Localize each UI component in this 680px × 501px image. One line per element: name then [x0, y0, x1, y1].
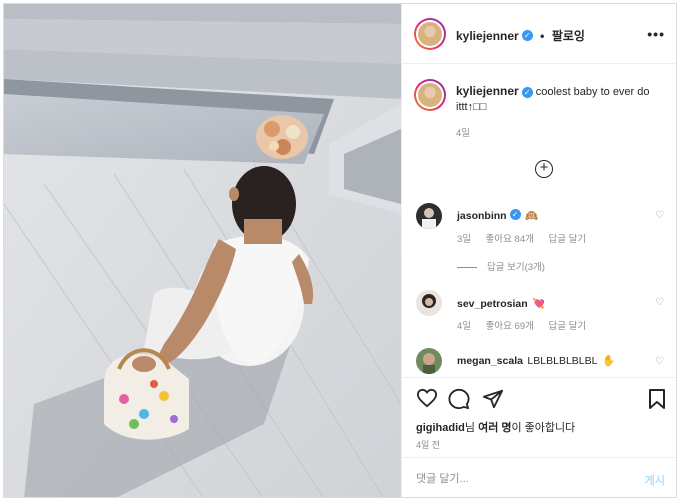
share-icon[interactable] [482, 388, 504, 410]
bookmark-icon[interactable] [648, 388, 666, 410]
comment-age: 4일 [457, 321, 472, 332]
comment-emoji: 💘 [532, 298, 546, 310]
comment-username[interactable]: sev_petrosian [457, 298, 528, 310]
comment-age: 3일 [457, 234, 472, 245]
author-username[interactable]: kyliejenner [456, 29, 519, 43]
liked-by-others[interactable]: 여러 명 [478, 422, 511, 434]
comment-form: 게시 [402, 457, 676, 497]
load-more-comments-icon[interactable]: + [535, 160, 553, 178]
caption: kyliejenner ✓ coolest baby to ever do itt… [456, 84, 656, 139]
liked-by-suffix: 이 좋아합니다 [511, 422, 576, 434]
comment-item: sev_petrosian 💘 [457, 294, 545, 312]
comment-meta: 3일 좋아요 84개 답글 달기 [457, 231, 598, 245]
comment-icon[interactable] [448, 388, 470, 410]
comment-like-heart-icon[interactable]: ♡ [655, 357, 665, 367]
following-button[interactable]: 팔로잉 [552, 29, 585, 43]
post-panel: kyliejenner ✓ • 팔로잉 ••• kyliejenner ✓ cool… [401, 4, 676, 497]
comment-like-heart-icon[interactable]: ♡ [655, 298, 665, 308]
comment-likes[interactable]: 좋아요 84개 [486, 234, 534, 245]
post-photo-illustration [4, 4, 401, 497]
comment-username[interactable]: jasonbinn [457, 210, 507, 222]
liked-by-user[interactable]: gigihadid [416, 422, 465, 434]
post-photo[interactable] [4, 4, 401, 497]
view-replies-label[interactable]: 답글 보기(3개) [487, 262, 545, 273]
caption-age: 4일 [456, 128, 471, 139]
comment-reply-button[interactable]: 답글 달기 [548, 234, 586, 245]
post-comment-button[interactable]: 게시 [645, 472, 665, 488]
caption-avatar[interactable] [414, 79, 446, 111]
post-timestamp[interactable]: 4일 전 [416, 438, 440, 451]
comment-emoji: ✋ [601, 355, 616, 367]
comment-emoji: 🙉 [525, 210, 539, 222]
verified-badge-icon: ✓ [521, 86, 533, 98]
likes-summary: gigihadid님 여러 명이 좋아합니다 [416, 419, 575, 435]
comment-input[interactable] [416, 470, 626, 488]
liked-by-particle: 님 [464, 422, 476, 434]
commenter-avatar[interactable] [416, 290, 442, 316]
replies-line [457, 266, 477, 268]
caption-emoji: ↑□□ [467, 101, 487, 113]
heart-icon[interactable] [416, 388, 438, 408]
post-header: kyliejenner ✓ • 팔로잉 ••• [402, 4, 676, 64]
post-actions: gigihadid님 여러 명이 좋아합니다 4일 전 [402, 377, 676, 457]
verified-badge-icon: ✓ [521, 30, 533, 42]
verified-badge-icon: ✓ [509, 209, 521, 221]
comment-meta: 4일 좋아요 69개 답글 달기 [457, 318, 598, 332]
more-options-icon[interactable]: ••• [647, 26, 665, 42]
comment-item: megan_scala LBLBLBLBLBL ✋ [457, 351, 615, 369]
commenter-avatar[interactable] [416, 348, 442, 374]
comment-item: jasonbinn ✓ 🙉 [457, 206, 538, 224]
commenter-avatar[interactable] [416, 203, 442, 229]
post-window: kyliejenner ✓ • 팔로잉 ••• kyliejenner ✓ cool… [3, 3, 677, 498]
comment-likes[interactable]: 좋아요 69개 [486, 321, 534, 332]
view-replies-button[interactable]: 답글 보기(3개) [457, 259, 545, 273]
comment-text: LBLBLBLBLBL [527, 355, 598, 367]
author-avatar[interactable] [414, 18, 446, 50]
comments-list[interactable]: kyliejenner ✓ coolest baby to ever do itt… [402, 65, 676, 377]
header-separator: • [540, 29, 545, 43]
caption-username[interactable]: kyliejenner [456, 84, 519, 98]
comment-reply-button[interactable]: 답글 달기 [548, 321, 586, 332]
comment-username[interactable]: megan_scala [457, 355, 523, 367]
comment-like-heart-icon[interactable]: ♡ [655, 211, 665, 221]
